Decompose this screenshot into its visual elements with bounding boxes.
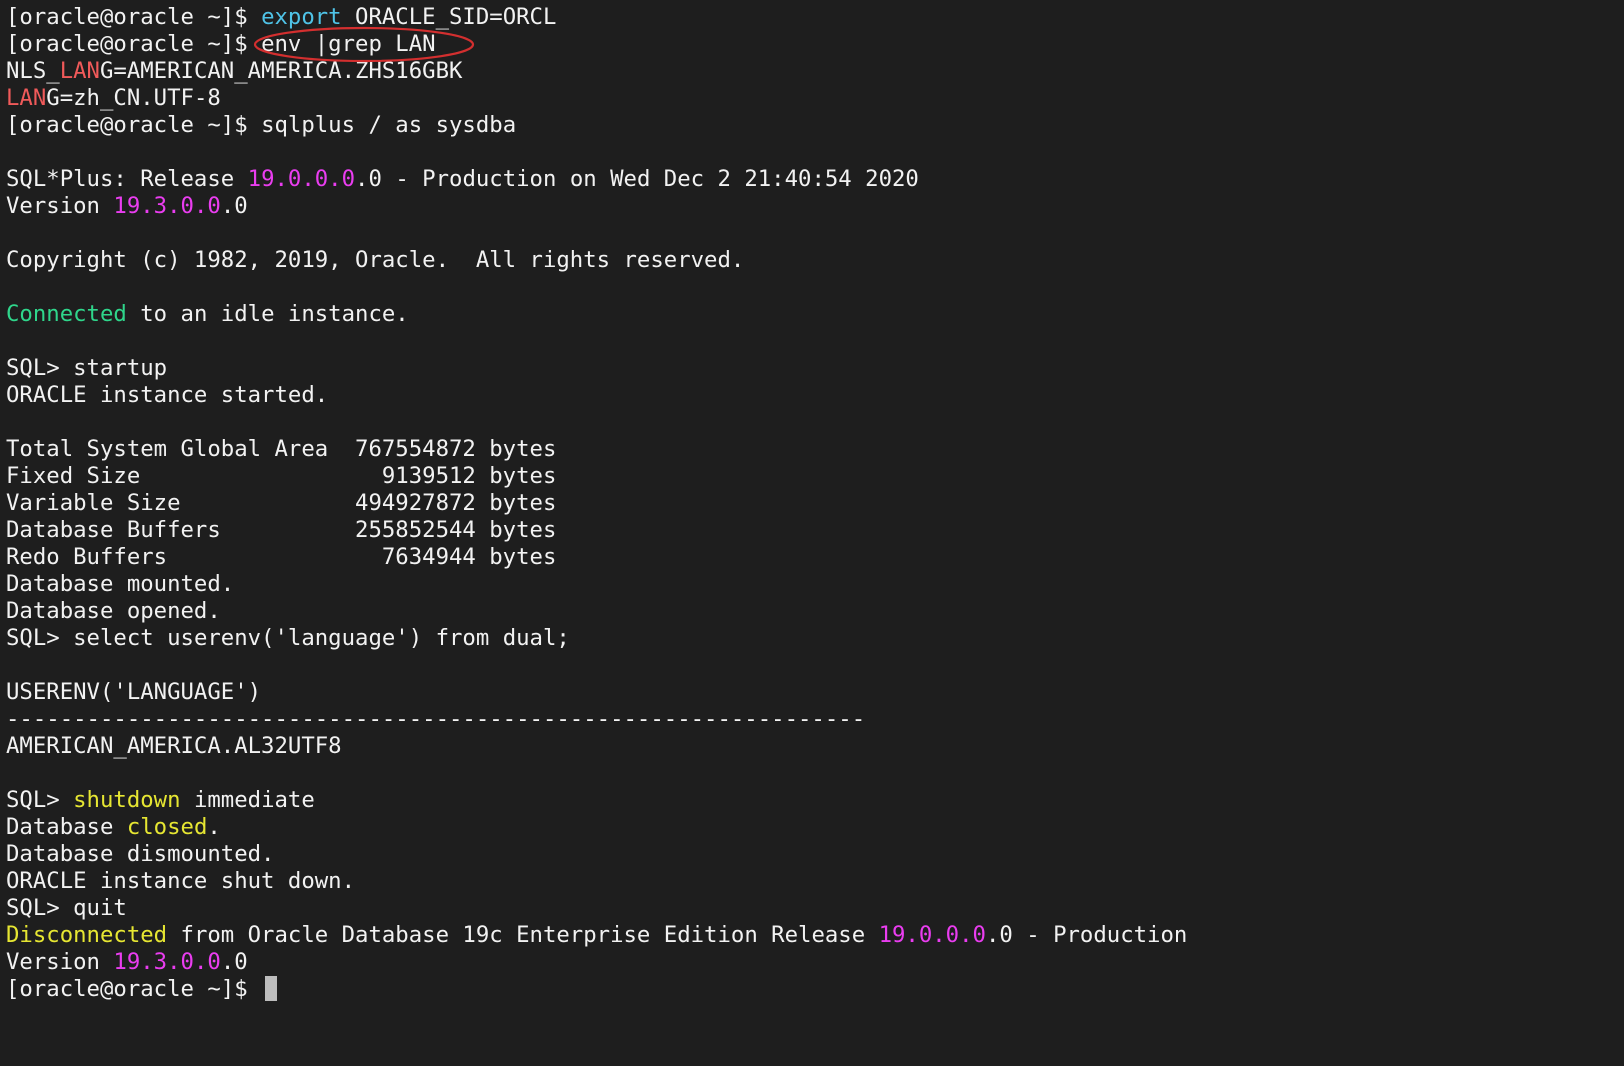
output-text: Database — [6, 814, 127, 840]
output-text: from Oracle Database 19c Enterprise Edit… — [167, 922, 879, 948]
sql-command: immediate — [180, 787, 315, 813]
grep-match: LAN — [59, 58, 100, 84]
version-number: 19.3.0.0 — [113, 193, 221, 219]
terminal-line[interactable]: [oracle@oracle ~]$ — [6, 976, 1562, 1003]
terminal-line: [oracle@oracle ~]$ env |grep LAN — [6, 31, 1562, 58]
shell-prompt: [oracle@oracle ~]$ — [6, 112, 262, 138]
version-number: 19.0.0.0 — [878, 922, 986, 948]
sga-line: Database Buffers 255852544 bytes — [6, 517, 557, 543]
query-result-header: USERENV('LANGUAGE') — [6, 679, 262, 705]
terminal-line: Connected to an idle instance. — [6, 301, 1562, 328]
sql-command: startup — [73, 355, 168, 381]
sga-line: Total System Global Area 767554872 bytes — [6, 436, 557, 462]
sql-prompt: SQL> — [6, 625, 74, 651]
output-text: .0 - Production on Wed Dec 2 21:40:54 20… — [355, 166, 919, 192]
sql-command: quit — [73, 895, 127, 921]
output-text: .0 — [220, 949, 248, 975]
output-text: Version — [6, 949, 114, 975]
terminal-line: Database dismounted. — [6, 841, 275, 867]
terminal-line: SQL> select userenv('language') from dua… — [6, 625, 1562, 652]
terminal-line: SQL> startup — [6, 355, 1562, 382]
output-text: .0 - Production — [985, 922, 1188, 948]
terminal-line: Disconnected from Oracle Database 19c En… — [6, 922, 1562, 949]
grep-match: LAN — [6, 85, 47, 111]
terminal-line: ORACLE instance shut down. — [6, 868, 356, 894]
terminal-line: [oracle@oracle ~]$ sqlplus / as sysdba — [6, 112, 1562, 139]
shell-command-args: ORACLE_SID=ORCL — [341, 4, 557, 30]
query-result-separator: ----------------------------------------… — [6, 706, 866, 732]
terminal-line: Database mounted. — [6, 571, 235, 597]
status-connected: Connected — [6, 301, 127, 327]
terminal-line: Copyright (c) 1982, 2019, Oracle. All ri… — [6, 247, 745, 273]
sql-prompt: SQL> — [6, 355, 74, 381]
terminal-window[interactable]: [oracle@oracle ~]$ export ORACLE_SID=ORC… — [6, 4, 1562, 1025]
output-text: .0 — [220, 193, 248, 219]
sga-line: Redo Buffers 7634944 bytes — [6, 544, 557, 570]
shell-prompt: [oracle@oracle ~]$ — [6, 4, 262, 30]
version-number: 19.0.0.0 — [247, 166, 356, 192]
sga-line: Fixed Size 9139512 bytes — [6, 463, 557, 489]
terminal-line: [oracle@oracle ~]$ export ORACLE_SID=ORC… — [6, 4, 1562, 31]
terminal-line: SQL> shutdown immediate — [6, 787, 1562, 814]
sql-prompt: SQL> — [6, 787, 74, 813]
terminal-line: Version 19.3.0.0.0 — [6, 193, 1562, 220]
status-disconnected: Disconnected — [6, 922, 168, 948]
shell-prompt: [oracle@oracle ~]$ — [6, 976, 262, 1002]
terminal-line: Database closed. — [6, 814, 1562, 841]
terminal-cursor[interactable] — [265, 976, 278, 1001]
status-closed: closed — [126, 814, 208, 840]
sql-command: select userenv('language') from dual; — [73, 625, 570, 651]
terminal-line: SQL*Plus: Release 19.0.0.0.0 - Productio… — [6, 166, 1562, 193]
terminal-line: Database opened. — [6, 598, 221, 624]
sql-keyword: shutdown — [73, 787, 181, 813]
version-number: 19.3.0.0 — [113, 949, 221, 975]
terminal-line: Version 19.3.0.0.0 — [6, 949, 1562, 976]
output-text: to an idle instance. — [126, 301, 409, 327]
output-text: G=zh_CN.UTF-8 — [46, 85, 221, 111]
terminal-line: NLS_LANG=AMERICAN_AMERICA.ZHS16GBK — [6, 58, 1562, 85]
output-text: . — [207, 814, 221, 840]
terminal-line: ORACLE instance started. — [6, 382, 329, 408]
query-result-value: AMERICAN_AMERICA.AL32UTF8 — [6, 733, 342, 759]
output-text: Version — [6, 193, 114, 219]
shell-command: env |grep LAN — [261, 31, 436, 57]
shell-command: sqlplus / as sysdba — [261, 112, 517, 138]
sga-line: Variable Size 494927872 bytes — [6, 490, 557, 516]
terminal-line: SQL> quit — [6, 895, 1562, 922]
shell-command-keyword: export — [261, 4, 342, 30]
output-text: SQL*Plus: Release — [6, 166, 248, 192]
output-text: G=AMERICAN_AMERICA.ZHS16GBK — [99, 58, 463, 84]
output-text: NLS_ — [6, 58, 60, 84]
shell-prompt: [oracle@oracle ~]$ — [6, 31, 262, 57]
terminal-line: LANG=zh_CN.UTF-8 — [6, 85, 1562, 112]
sql-prompt: SQL> — [6, 895, 74, 921]
